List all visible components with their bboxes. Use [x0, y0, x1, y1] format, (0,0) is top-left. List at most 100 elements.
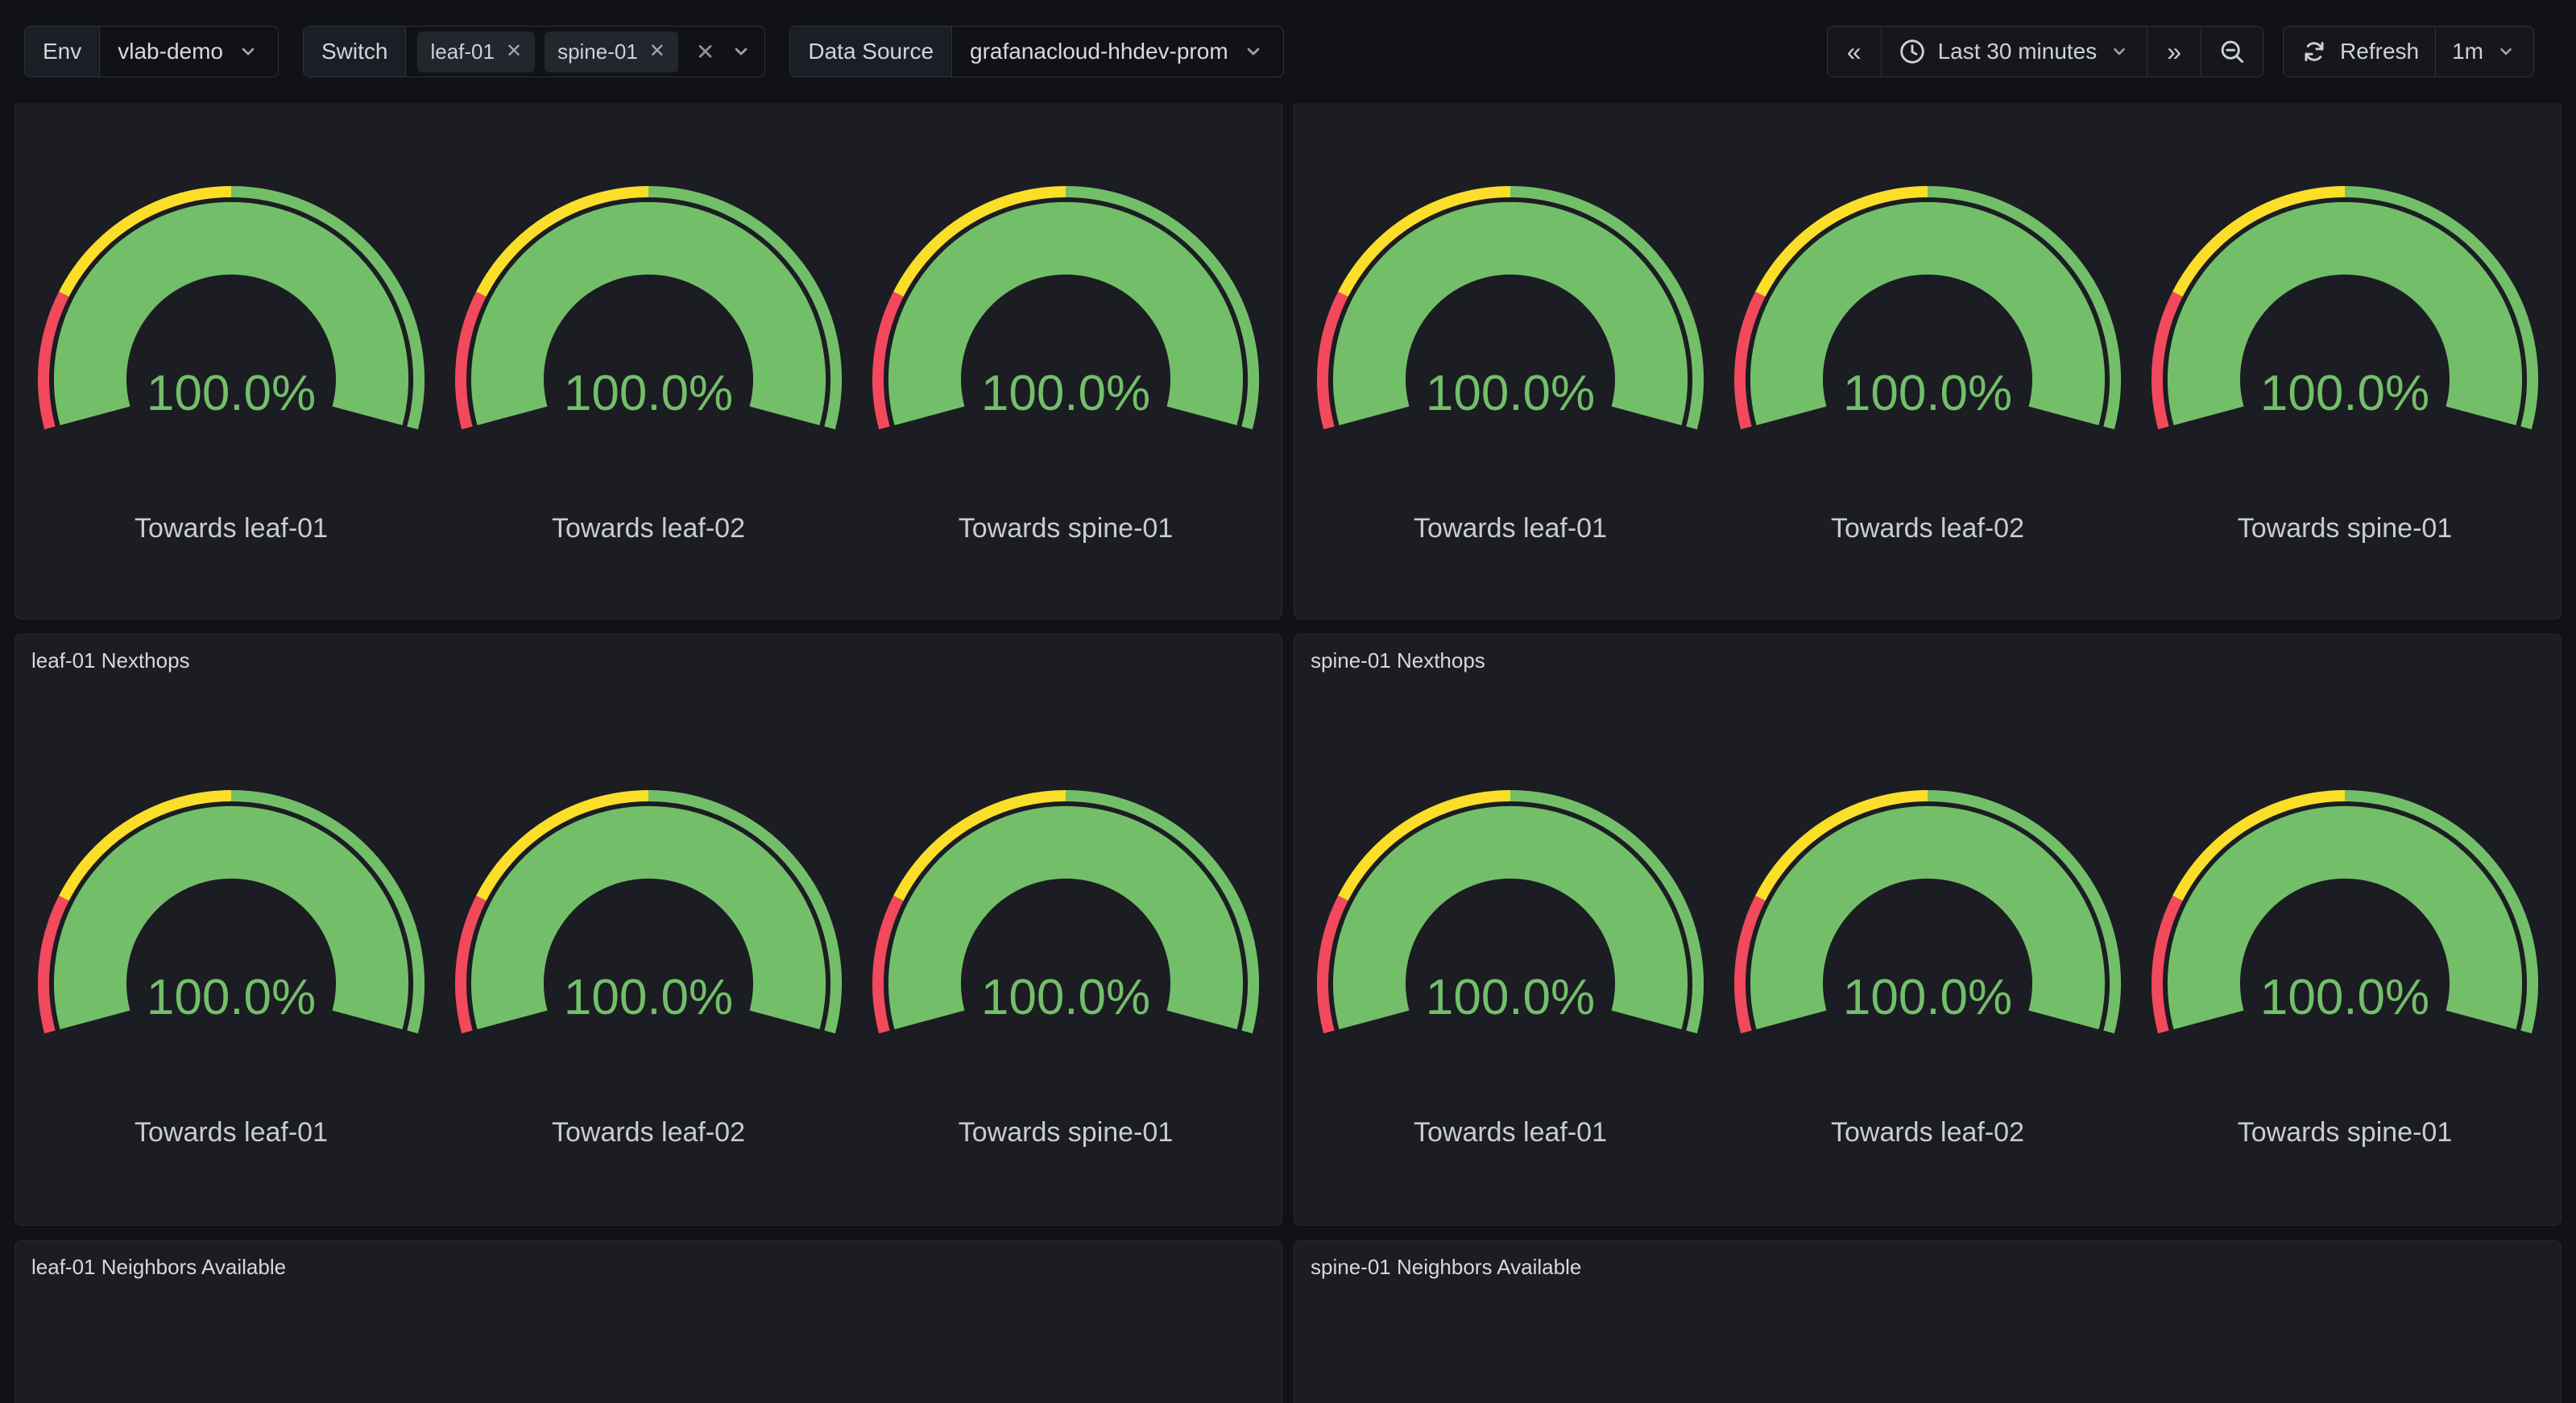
panel-leaf-01-neighbors-available: leaf-01 Neighbors Available: [14, 1240, 1282, 1403]
gauge-value: 100.0%: [1426, 970, 1595, 1025]
time-range-picker-button[interactable]: Last 30 minutes: [1881, 27, 2147, 77]
gauge-value: 100.0%: [147, 366, 316, 421]
switch-variable-label: Switch: [304, 27, 406, 77]
gauge-arc: 100.0%: [864, 782, 1267, 1040]
gauge-label: Towards leaf-02: [1831, 513, 2024, 544]
chevron-down-icon: [1241, 39, 1265, 64]
dashboard-toolbar: Env vlab-demo Switch leaf-01 ✕ spine-01 …: [0, 0, 2576, 103]
gauge: 100.0% Towards spine-01: [2143, 178, 2546, 544]
gauge-value: 100.0%: [564, 366, 733, 421]
time-range-controls: « Last 30 minutes »: [1827, 26, 2263, 77]
clock-icon: [1898, 37, 1927, 66]
switch-chip-label: spine-01: [557, 39, 638, 64]
switch-chip[interactable]: spine-01 ✕: [545, 31, 678, 72]
gauge-value: 100.0%: [1426, 366, 1595, 421]
gauge-arc: 100.0%: [1726, 178, 2129, 436]
refresh-icon: [2300, 37, 2329, 66]
panel-spine-01-nexthops: spine-01 Nexthops 100.0%Towards leaf-011…: [1294, 634, 2562, 1226]
env-variable: Env vlab-demo: [24, 26, 279, 77]
gauge-arc: 100.0%: [1726, 782, 2129, 1040]
chevron-down-icon: [236, 39, 260, 64]
refresh-interval-button[interactable]: 1m: [2435, 27, 2533, 77]
gauge-label: Towards spine-01: [2238, 513, 2452, 544]
gauge: 100.0% Towards leaf-01: [30, 178, 433, 544]
datasource-variable-value[interactable]: grafanacloud-hhdev-prom: [952, 27, 1283, 77]
gauge-label: Towards leaf-01: [135, 513, 328, 544]
gauge-value: 100.0%: [1843, 970, 2012, 1025]
time-range-label: Last 30 minutes: [1938, 39, 2098, 64]
gauge-value: 100.0%: [564, 970, 733, 1025]
gauge-label: Towards leaf-01: [135, 1117, 328, 1148]
gauge-row: 100.0% Towards leaf-01 100.0% Towards leaf-…: [15, 103, 1282, 619]
dashboard-grid: 100.0% Towards leaf-01 100.0% Towards leaf-…: [0, 103, 2576, 1403]
gauge-arc: 100.0%: [30, 782, 433, 1040]
gauge-label: Towards leaf-01: [1414, 513, 1607, 544]
gauge-arc: 100.0%: [1309, 782, 1712, 1040]
gauge: 100.0% Towards leaf-01: [30, 782, 433, 1148]
panel: 100.0% Towards leaf-01 100.0% Towards leaf-…: [1294, 103, 2562, 619]
gauge-arc: 100.0%: [1309, 178, 1712, 436]
gauge-arc: 100.0%: [2143, 782, 2546, 1040]
refresh-interval-value: 1m: [2452, 39, 2483, 64]
close-icon[interactable]: ✕: [506, 42, 522, 61]
gauge-value: 100.0%: [2260, 366, 2429, 421]
refresh-button-label: Refresh: [2340, 39, 2419, 64]
env-variable-value[interactable]: vlab-demo: [100, 27, 278, 77]
switch-chip[interactable]: leaf-01 ✕: [417, 31, 535, 72]
panel-title[interactable]: leaf-01 Nexthops: [15, 635, 1282, 681]
close-icon[interactable]: ✕: [649, 42, 665, 61]
gauge-label: Towards leaf-02: [552, 1117, 745, 1148]
gauge-arc: 100.0%: [2143, 178, 2546, 436]
gauge-label: Towards spine-01: [2238, 1117, 2452, 1148]
chevron-down-icon: [2108, 40, 2131, 63]
switch-variable-values: leaf-01 ✕ spine-01 ✕ ✕: [406, 27, 764, 77]
env-variable-selected: vlab-demo: [118, 39, 223, 64]
switch-chip-label: leaf-01: [430, 39, 495, 64]
clear-selection-icon[interactable]: ✕: [696, 39, 714, 65]
chevron-down-icon[interactable]: [729, 39, 753, 64]
panel: 100.0% Towards leaf-01 100.0% Towards leaf-…: [14, 103, 1282, 619]
gauge-label: Towards spine-01: [959, 1117, 1173, 1148]
gauge-value: 100.0%: [1843, 366, 2012, 421]
gauge-value: 100.0%: [147, 970, 316, 1025]
gauge-value: 100.0%: [2260, 970, 2429, 1025]
env-variable-label: Env: [25, 27, 100, 77]
time-shift-forward-button[interactable]: »: [2147, 27, 2201, 77]
panel-spine-01-neighbors-available: spine-01 Neighbors Available: [1294, 1240, 2562, 1403]
switch-variable: Switch leaf-01 ✕ spine-01 ✕ ✕: [303, 26, 765, 77]
gauge-row: 100.0% Towards leaf-01 100.0% Towards leaf-…: [1294, 681, 2561, 1225]
gauge: 100.0% Towards spine-01: [2143, 782, 2546, 1148]
gauge-arc: 100.0%: [447, 178, 850, 436]
gauge: 100.0%Towards spine-01: [864, 178, 1267, 544]
gauge: 100.0% Towards leaf-01: [1309, 178, 1712, 544]
gauge-value: 100.0%: [981, 970, 1150, 1025]
time-shift-back-button[interactable]: «: [1828, 27, 1881, 77]
chevrons-left-icon: «: [1844, 37, 1865, 67]
zoom-out-time-button[interactable]: [2201, 27, 2263, 77]
refresh-button[interactable]: Refresh: [2284, 27, 2435, 77]
panel-title[interactable]: spine-01 Nexthops: [1294, 635, 2561, 681]
gauge-row: [15, 1288, 1282, 1403]
panel-title[interactable]: spine-01 Neighbors Available: [1294, 1241, 2561, 1288]
gauge-arc: 100.0%: [447, 782, 850, 1040]
zoom-out-icon: [2218, 37, 2247, 66]
gauge-row: [1294, 1288, 2561, 1403]
gauge-arc: 100.0%: [864, 178, 1267, 436]
gauge: 100.0% Towards leaf-02: [447, 782, 850, 1148]
gauge-label: Towards leaf-01: [1414, 1117, 1607, 1148]
gauge: 100.0% Towards leaf-02: [1726, 782, 2129, 1148]
gauge-row: 100.0% Towards leaf-01 100.0% Towards leaf-…: [1294, 103, 2561, 619]
gauge: 100.0% Towards leaf-01: [1309, 782, 1712, 1148]
datasource-variable-selected: grafanacloud-hhdev-prom: [970, 39, 1228, 64]
refresh-controls: Refresh 1m: [2283, 26, 2534, 77]
gauge-row: 100.0% Towards leaf-01 100.0% Towards leaf-…: [15, 681, 1282, 1225]
datasource-variable-label: Data Source: [790, 27, 952, 77]
panel-title[interactable]: leaf-01 Neighbors Available: [15, 1241, 1282, 1288]
gauge: 100.0% Towards leaf-02: [447, 178, 850, 544]
gauge-label: Towards leaf-02: [1831, 1117, 2024, 1148]
chevrons-right-icon: »: [2164, 37, 2185, 67]
gauge-label: Towards leaf-02: [552, 513, 745, 544]
datasource-variable: Data Source grafanacloud-hhdev-prom: [789, 26, 1283, 77]
gauge-value: 100.0%: [981, 366, 1150, 421]
panel-leaf-01-nexthops: leaf-01 Nexthops 100.0%Towards leaf-0110…: [14, 634, 1282, 1226]
